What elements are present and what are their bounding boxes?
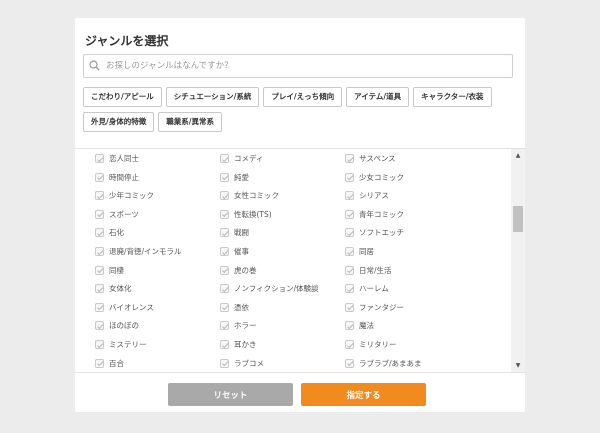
checkbox[interactable] [345, 358, 354, 368]
category-button-play[interactable]: プレイ/えっち傾向 [263, 87, 343, 107]
genre-label: ほのぼの [109, 321, 139, 331]
genre-select-dialog: ジャンルを選択 こだわり/アピール シチュエーション/系統 プレイ/えっち傾向 … [75, 18, 525, 412]
genre-label: 性転換(TS) [234, 209, 272, 219]
genre-label: サスペンス [359, 154, 396, 163]
checkbox[interactable] [345, 154, 354, 163]
genre-label: ラブラブ/あまあま [359, 358, 422, 368]
genre-label: 百合 [109, 358, 124, 368]
search-icon [89, 60, 100, 71]
genre-label: ラブコメ [234, 358, 264, 368]
scroll-up-arrow-icon[interactable]: ▲ [511, 149, 525, 163]
checkbox[interactable] [95, 228, 104, 238]
genre-label: 魔法 [359, 321, 374, 331]
genre-label: コメディ [234, 154, 264, 163]
checkbox[interactable] [220, 358, 229, 368]
genre-label: 同居 [359, 247, 374, 256]
genre-label: 催事 [234, 247, 249, 256]
checkbox[interactable] [220, 247, 229, 256]
genre-label: バイオレンス [109, 302, 154, 312]
search-input[interactable] [104, 57, 508, 75]
genre-label: 同棲 [109, 265, 124, 275]
search-box[interactable] [83, 54, 513, 78]
scrollbar[interactable]: ▲ ▼ [511, 149, 525, 373]
genre-label: 石化 [109, 228, 124, 238]
checkbox[interactable] [220, 228, 229, 238]
genre-label: 耳かき [234, 340, 257, 349]
checkbox[interactable] [95, 321, 104, 331]
checkbox[interactable] [95, 247, 104, 256]
checkbox[interactable] [345, 340, 354, 349]
checkbox[interactable] [345, 321, 354, 331]
reset-button[interactable]: リセット [168, 383, 293, 406]
genre-label: ファンタジー [359, 302, 404, 312]
checkbox[interactable] [345, 247, 354, 256]
checkbox[interactable] [95, 172, 104, 182]
category-button-situation[interactable]: シチュエーション/系統 [165, 87, 260, 107]
genre-label: ホラー [234, 321, 257, 331]
checkbox[interactable] [345, 228, 354, 238]
checkbox[interactable] [220, 321, 229, 331]
genre-label: 女体化 [109, 284, 132, 294]
genre-label: ノンフィクション/体験談 [234, 284, 319, 294]
genre-label: シリアス [359, 191, 389, 201]
category-button-occupation[interactable]: 職業系/異常系 [158, 112, 222, 132]
genre-label: 女性コミック [234, 191, 279, 201]
checkbox[interactable] [220, 302, 229, 312]
checkbox[interactable] [345, 209, 354, 219]
checkbox[interactable] [220, 191, 229, 201]
checkbox[interactable] [95, 358, 104, 368]
genre-label: ミリタリー [359, 340, 397, 349]
genre-label: 退廃/背徳/インモラル [109, 247, 182, 256]
category-row: こだわり/アピール シチュエーション/系統 プレイ/えっち傾向 アイテム/道具 … [83, 87, 519, 107]
genre-label: 少年コミック [109, 191, 154, 201]
checkbox[interactable] [345, 191, 354, 201]
category-buttons: こだわり/アピール シチュエーション/系統 プレイ/えっち傾向 アイテム/道具 … [83, 87, 519, 137]
genre-label: 戦闘 [234, 228, 249, 238]
genre-label: ソフトエッチ [359, 228, 404, 238]
category-button-kodawari[interactable]: こだわり/アピール [83, 87, 162, 107]
scroll-down-arrow-icon[interactable]: ▼ [511, 359, 525, 373]
checkbox[interactable] [95, 209, 104, 219]
category-button-appearance[interactable]: 外見/身体的特徴 [83, 112, 155, 132]
checkbox[interactable] [95, 302, 104, 312]
checkbox[interactable] [95, 154, 104, 163]
checkbox[interactable] [95, 265, 104, 275]
dialog-footer: リセット 指定する [75, 372, 525, 413]
checkbox[interactable] [220, 154, 229, 163]
checkbox[interactable] [345, 172, 354, 182]
genre-label: 虎の巻 [234, 265, 257, 275]
checkbox[interactable] [345, 265, 354, 275]
checkbox[interactable] [95, 284, 104, 294]
genre-label: 憑依 [234, 302, 249, 312]
category-button-character[interactable]: キャラクター/衣装 [413, 87, 492, 107]
apply-button[interactable]: 指定する [301, 383, 426, 406]
genre-list: 恋人同士 コメディ サスペンス時間停止 純愛 少女コミック少年コミック 女性コミック シリア… [75, 148, 525, 373]
genre-label: 日常/生活 [359, 265, 392, 275]
category-row: 外見/身体的特徴 職業系/異常系 [83, 112, 519, 132]
genre-label: 恋人同士 [109, 154, 139, 163]
scrollbar-thumb[interactable] [513, 206, 523, 232]
checkbox[interactable] [220, 265, 229, 275]
checkbox[interactable] [220, 209, 229, 219]
category-button-item[interactable]: アイテム/道具 [346, 87, 410, 107]
genre-label: 純愛 [234, 172, 249, 182]
genre-label: スポーツ [109, 209, 139, 219]
checkbox[interactable] [220, 340, 229, 349]
dialog-title: ジャンルを選択 [85, 34, 169, 48]
checkbox[interactable] [220, 284, 229, 294]
checkbox[interactable] [345, 302, 354, 312]
checkbox[interactable] [95, 340, 104, 349]
genre-label: 青年コミック [359, 209, 404, 219]
checkbox[interactable] [345, 284, 354, 294]
genre-label: ハーレム [359, 284, 389, 294]
genre-label: 少女コミック [359, 172, 404, 182]
checkbox[interactable] [220, 172, 229, 182]
genre-label: ミステリー [109, 340, 147, 349]
checkbox[interactable] [95, 191, 104, 201]
genre-label: 時間停止 [109, 172, 139, 182]
